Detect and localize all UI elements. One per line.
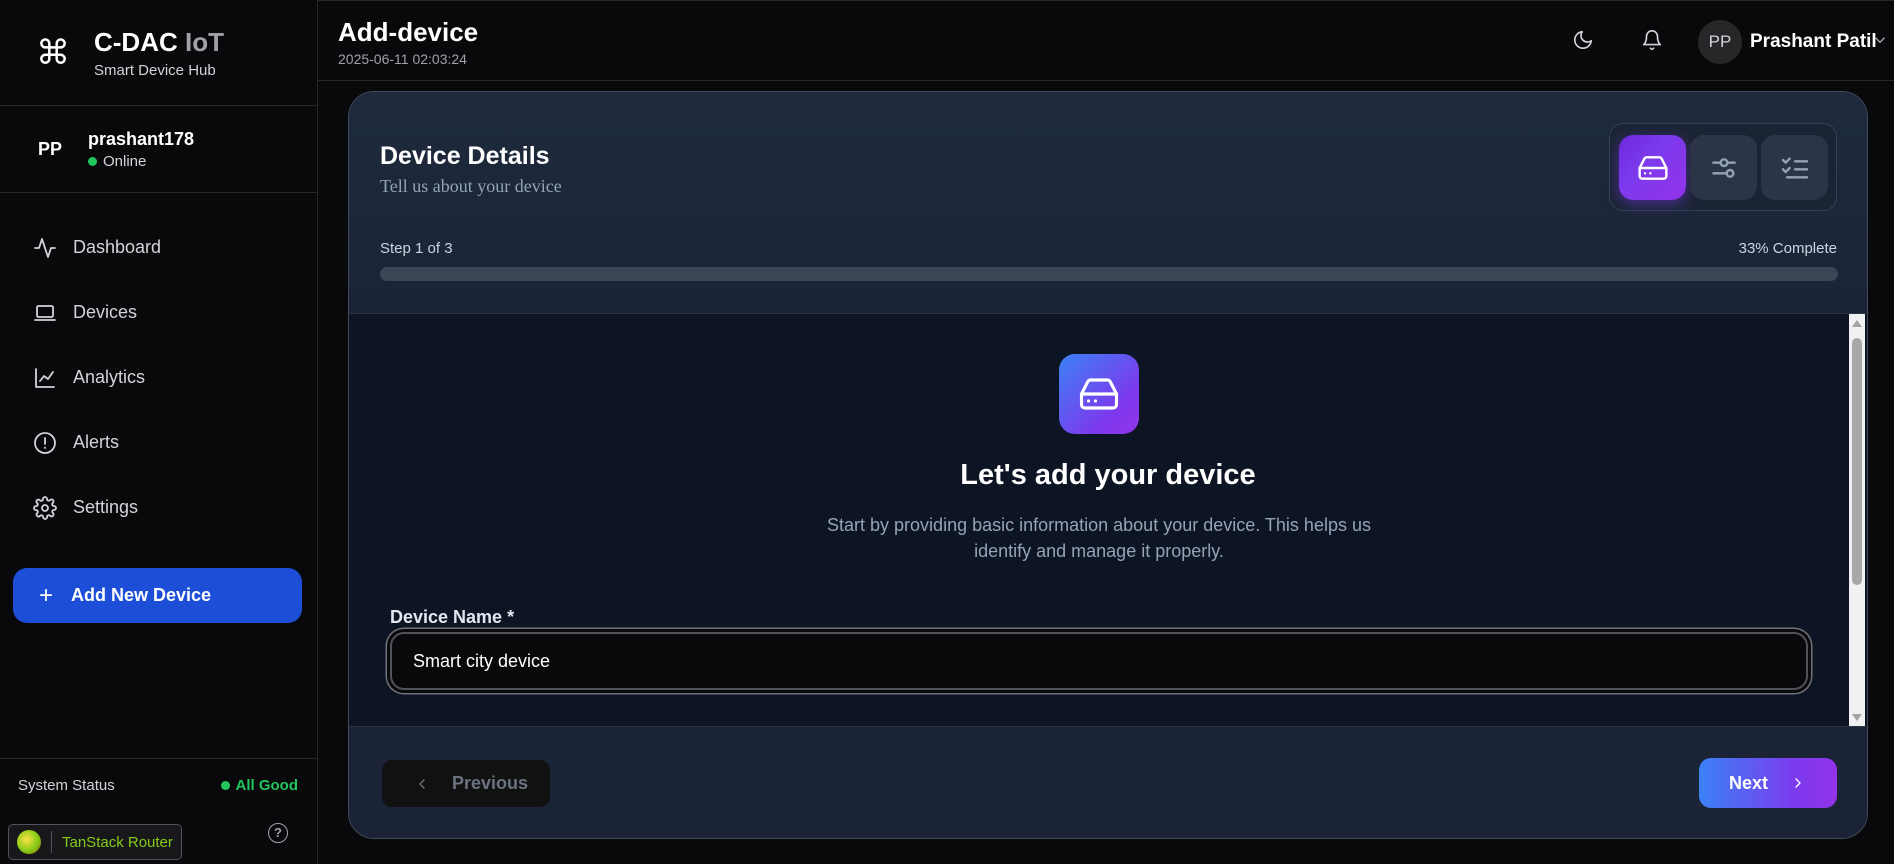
plus-icon: + [39, 581, 54, 609]
sidebar-item-settings[interactable]: Settings [0, 475, 317, 540]
username: prashant178 [88, 128, 195, 149]
system-status-panel: System Status All Good TanStack Router ? [0, 758, 318, 864]
wizard-footer: Previous Next [349, 726, 1867, 838]
theme-toggle-button[interactable] [1572, 29, 1594, 51]
activity-icon [34, 237, 56, 258]
add-new-device-label: Add New Device [71, 585, 212, 605]
chevron-down-icon[interactable] [1871, 31, 1889, 49]
brand-subtitle: Smart Device Hub [94, 61, 216, 79]
tanstack-logo-icon [17, 830, 41, 854]
progress-percent: 33% Complete [1738, 240, 1837, 257]
user-profile: PP prashant178 Online [0, 106, 317, 193]
notifications-button[interactable] [1641, 29, 1663, 51]
alert-circle-icon [34, 431, 56, 454]
progress-bar [380, 267, 1838, 281]
device-name-label: Device Name * [390, 607, 515, 627]
command-icon: ⌘ [36, 33, 70, 72]
user-status: Online [88, 153, 194, 170]
app-root: ⌘ C-DAC IoT Smart Device Hub PP prashant… [0, 0, 1894, 864]
sliders-icon [1711, 157, 1736, 178]
system-status-value: All Good [220, 777, 298, 794]
wizard-header: Device Details Tell us about your device… [349, 92, 1867, 314]
hero-device-icon [1059, 354, 1139, 434]
wizard-scrollbar[interactable] [1849, 314, 1865, 727]
step-review[interactable] [1761, 135, 1828, 200]
wizard-title: Device Details [380, 142, 550, 170]
add-new-device-button[interactable]: + Add New Device [13, 568, 302, 623]
list-checks-icon [1781, 156, 1808, 179]
sidebar-item-label: Alerts [73, 432, 120, 452]
step-device-details[interactable] [1619, 135, 1686, 200]
add-device-wizard: Device Details Tell us about your device… [348, 91, 1868, 839]
top-header: Add-device 2025-06-11 02:03:24 PP Prasha… [318, 0, 1894, 81]
step-indicator [1609, 123, 1837, 211]
tanstack-router-label: TanStack Router [62, 833, 173, 851]
device-name-input[interactable] [390, 632, 1808, 690]
chart-line-icon [35, 367, 55, 388]
gear-icon [33, 495, 57, 520]
wizard-subtitle: Tell us about your device [380, 176, 562, 196]
sidebar: ⌘ C-DAC IoT Smart Device Hub PP prashant… [0, 0, 318, 864]
brand: ⌘ C-DAC IoT Smart Device Hub [0, 0, 317, 106]
sidebar-item-alerts[interactable]: Alerts [0, 410, 317, 475]
step-counter: Step 1 of 3 [380, 240, 453, 257]
scroll-up-arrow-icon[interactable] [1852, 320, 1862, 327]
sidebar-item-label: Analytics [73, 367, 146, 387]
previous-label: Previous [452, 773, 529, 793]
bell-icon [1642, 30, 1662, 50]
brand-title-accent: IoT [185, 26, 224, 57]
sidebar-item-dashboard[interactable]: Dashboard [0, 215, 317, 280]
page-title: Add-device [338, 17, 479, 47]
scrollbar-thumb[interactable] [1852, 338, 1862, 585]
sidebar-item-devices[interactable]: Devices [0, 280, 317, 345]
hero-title: Let's add your device [960, 459, 1256, 491]
system-status-label: System Status [18, 777, 115, 794]
sidebar-item-analytics[interactable]: Analytics [0, 345, 317, 410]
status-dot-icon [220, 781, 230, 790]
chevron-right-icon [1795, 778, 1801, 788]
next-button[interactable]: Next [1699, 758, 1837, 808]
avatar[interactable]: PP [1698, 20, 1742, 64]
hero-description: Start by providing basic information abo… [827, 515, 1371, 561]
progress-bar-fill [380, 267, 862, 281]
online-dot-icon [88, 156, 97, 166]
header-user-name[interactable]: Prashant Patil [1750, 31, 1877, 53]
brand-title: C-DAC IoT [94, 26, 224, 57]
laptop-icon [34, 304, 56, 321]
user-initials: PP [38, 138, 63, 159]
chevron-left-icon [419, 778, 425, 789]
scroll-down-arrow-icon[interactable] [1852, 714, 1862, 721]
help-icon[interactable]: ? [268, 823, 288, 843]
step-configuration[interactable] [1690, 135, 1757, 200]
moon-icon [1573, 30, 1593, 50]
hard-drive-icon [1079, 378, 1119, 410]
next-label: Next [1729, 772, 1769, 793]
tanstack-router-devtools-button[interactable]: TanStack Router [8, 824, 182, 860]
previous-button[interactable]: Previous [382, 760, 550, 807]
sidebar-nav: Dashboard Devices Analytics Alerts Setti… [0, 193, 317, 540]
sidebar-item-label: Devices [73, 302, 138, 322]
wizard-body: Let's add your device Start by providing… [349, 314, 1867, 727]
sidebar-item-label: Dashboard [73, 237, 162, 257]
hard-drive-icon [1637, 155, 1668, 180]
timestamp: 2025-06-11 02:03:24 [338, 51, 467, 67]
sidebar-item-label: Settings [73, 497, 139, 517]
